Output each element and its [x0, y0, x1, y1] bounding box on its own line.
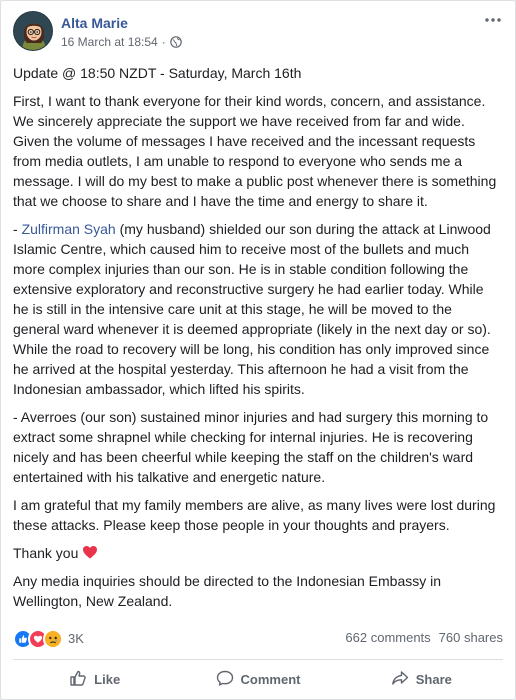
- paragraph-grateful: I am grateful that my family members are…: [13, 497, 496, 533]
- thank-you-text: Thank you: [13, 545, 79, 561]
- comment-button[interactable]: Comment: [176, 663, 339, 695]
- avatar[interactable]: [13, 11, 53, 51]
- more-options-icon[interactable]: [483, 13, 503, 27]
- paragraph-son: - Averroes (our son) sustained minor inj…: [13, 409, 489, 485]
- post-header: Alta Marie 16 March at 18:54 ·: [13, 11, 503, 55]
- paragraph-media: Any media inquiries should be directed t…: [13, 573, 442, 609]
- paragraph-prefix: -: [13, 221, 22, 237]
- reactions-summary[interactable]: 3K: [13, 629, 84, 649]
- comment-label: Comment: [240, 671, 301, 687]
- comments-count[interactable]: 662 comments: [345, 630, 430, 645]
- post-timestamp[interactable]: 16 March at 18:54: [61, 35, 158, 49]
- share-label: Share: [415, 671, 452, 687]
- thumbs-up-icon: [69, 669, 87, 690]
- heart-icon: [82, 544, 98, 560]
- paragraph-thanks: First, I want to thank everyone for thei…: [13, 93, 497, 209]
- reaction-count[interactable]: 3K: [68, 629, 84, 649]
- comment-icon: [216, 669, 234, 690]
- update-line: Update @ 18:50 NZDT - Saturday, March 16…: [13, 65, 302, 81]
- divider: [13, 659, 503, 660]
- like-button[interactable]: Like: [13, 663, 176, 695]
- engagement-counts: 662 comments 760 shares: [345, 630, 503, 645]
- post-actions: Like Comment Share: [13, 663, 503, 695]
- globe-icon[interactable]: [169, 36, 182, 48]
- shares-count[interactable]: 760 shares: [439, 630, 503, 645]
- share-button[interactable]: Share: [340, 663, 503, 695]
- post-body: Update @ 18:50 NZDT - Saturday, March 16…: [13, 63, 501, 619]
- husband-profile-link[interactable]: Zulfirman Syah: [22, 221, 116, 237]
- post-meta: 16 March at 18:54 ·: [61, 35, 182, 49]
- paragraph-thank-you: Thank you: [13, 543, 501, 563]
- post-stats: 3K 662 comments 760 shares: [13, 626, 503, 650]
- like-label: Like: [94, 671, 121, 687]
- author-name[interactable]: Alta Marie: [61, 15, 128, 31]
- paragraph-husband: - Zulfirman Syah (my husband) shielded o…: [13, 219, 501, 399]
- sad-reaction-icon: [43, 629, 63, 649]
- paragraph-husband-text: (my husband) shielded our son during the…: [13, 221, 491, 397]
- post-card: Alta Marie 16 March at 18:54 · Update @ …: [0, 0, 516, 700]
- share-arrow-icon: [391, 669, 409, 690]
- meta-separator: ·: [161, 35, 166, 49]
